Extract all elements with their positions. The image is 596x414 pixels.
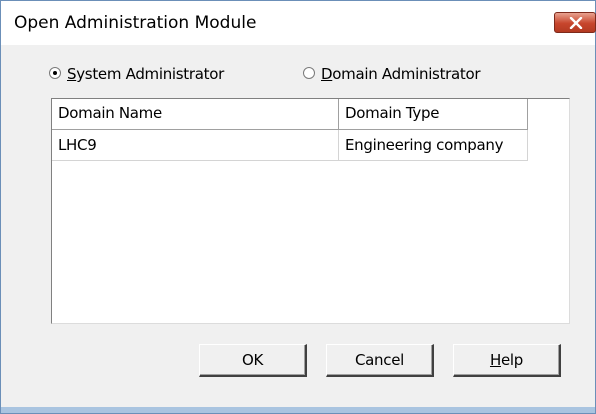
radio-label-system-administrator: System Administrator xyxy=(67,65,224,83)
close-x-icon xyxy=(569,17,583,29)
column-header-domain-name[interactable]: Domain Name xyxy=(52,99,339,130)
column-header-domain-type[interactable]: Domain Type xyxy=(339,99,528,130)
close-button[interactable] xyxy=(554,12,596,33)
table-row[interactable]: LHC9 Engineering company xyxy=(52,130,528,161)
radio-button-icon[interactable] xyxy=(49,67,61,79)
help-button[interactable]: Help xyxy=(453,344,561,377)
open-admin-module-dialog: Open Administration Module System Admini… xyxy=(0,0,596,414)
cell-domain-type: Engineering company xyxy=(339,130,528,161)
domain-list[interactable]: Domain Name Domain Type LHC9 Engineering… xyxy=(51,98,570,324)
dialog-title: Open Administration Module xyxy=(14,13,257,33)
radio-selected-dot xyxy=(53,71,57,75)
ok-button[interactable]: OK xyxy=(199,344,307,377)
radio-button-icon[interactable] xyxy=(303,67,315,79)
window-bottom-border xyxy=(1,407,595,413)
list-header: Domain Name Domain Type xyxy=(52,99,528,130)
title-bar[interactable]: Open Administration Module xyxy=(1,1,596,45)
cancel-button[interactable]: Cancel xyxy=(326,344,434,377)
radio-label-domain-administrator: Domain Administrator xyxy=(321,65,481,83)
cell-domain-name: LHC9 xyxy=(52,130,339,161)
